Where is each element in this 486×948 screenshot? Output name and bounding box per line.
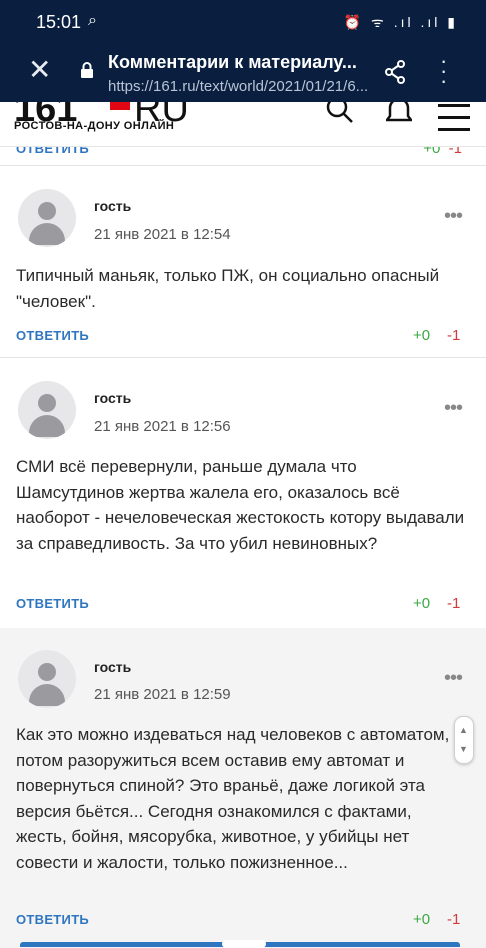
comment-author[interactable]: гость (94, 390, 131, 406)
search-icon[interactable] (326, 102, 354, 124)
more-options-icon[interactable]: ••• (444, 667, 463, 690)
avatar-head (38, 202, 56, 220)
downvote-button[interactable]: -1 (447, 595, 460, 612)
comment-date: 21 янв 2021 в 12:59 (94, 686, 231, 703)
share-icon[interactable] (384, 60, 406, 84)
chevron-down-icon: ▼ (459, 744, 468, 754)
vote-counter: +0 -1 (423, 147, 462, 157)
avatar (18, 650, 76, 708)
more-options-icon[interactable]: ••• (444, 205, 463, 228)
scrollbar-handle[interactable]: ▲ ▼ (454, 716, 474, 764)
avatar-body (29, 415, 65, 437)
comment-author[interactable]: гость (94, 198, 131, 214)
avatar-body (29, 684, 65, 706)
downvote-button[interactable]: -1 (447, 327, 460, 344)
upvote-button[interactable]: +0 (413, 327, 430, 344)
close-icon[interactable]: ✕ (28, 56, 51, 84)
lock-icon (81, 62, 93, 78)
avatar (18, 381, 76, 439)
avatar-body (29, 223, 65, 245)
browser-toolbar: ✕ Комментарии к материалу... https://161… (0, 42, 486, 102)
avatar-head (38, 663, 56, 681)
comment-text: СМИ всё перевернули, раньше думала что Ш… (16, 457, 465, 553)
reply-button[interactable]: ОТВЕТИТЬ (16, 596, 89, 611)
upvote-button[interactable]: +0 (413, 911, 430, 928)
divider (0, 165, 486, 166)
previous-comment-footer: ОТВЕТИТЬ +0 -1 (0, 147, 486, 157)
reply-button[interactable]: ОТВЕТИТЬ (16, 147, 89, 156)
comment-author[interactable]: гость (94, 659, 131, 675)
more-options-icon[interactable]: ••• (444, 397, 463, 420)
site-logo-tagline: РОСТОВ-НА-ДОНУ ОНЛАЙН (14, 120, 175, 132)
search-status-icon: ⌕ (88, 12, 97, 29)
downvote-button[interactable]: -1 (447, 911, 460, 928)
reply-button[interactable]: ОТВЕТИТЬ (16, 912, 89, 927)
comment-date: 21 янв 2021 в 12:56 (94, 418, 231, 435)
status-time: 15:01 (36, 12, 82, 32)
site-header: 161 RU РОСТОВ-НА-ДОНУ ОНЛАЙН (0, 102, 486, 147)
divider (0, 357, 486, 358)
avatar (18, 189, 76, 247)
chevron-up-icon: ▲ (459, 725, 468, 735)
status-bar: 15:01 ⌕ ⏰ ᯤ .ıl .ıl ▮ (0, 0, 486, 42)
site-logo-mark (110, 102, 130, 110)
comment-text: Как это можно издеваться над человеков с… (16, 725, 464, 872)
more-options-icon[interactable]: · · · (440, 50, 447, 92)
upvote-button[interactable]: +0 (413, 595, 430, 612)
avatar-head (38, 394, 56, 412)
reply-button[interactable]: ОТВЕТИТЬ (16, 328, 89, 343)
page-title: Комментарии к материалу... (108, 52, 357, 72)
menu-icon[interactable] (438, 104, 470, 140)
bell-icon[interactable] (386, 102, 412, 126)
url-field[interactable]: https://161.ru/text/world/2021/01/21/6..… (108, 78, 368, 95)
comment-date: 21 янв 2021 в 12:54 (94, 226, 231, 243)
comment-text: Типичный маньяк, только ПЖ, он социально… (16, 266, 440, 311)
status-icons: ⏰ ᯤ .ıl .ıl ▮ (343, 14, 458, 30)
